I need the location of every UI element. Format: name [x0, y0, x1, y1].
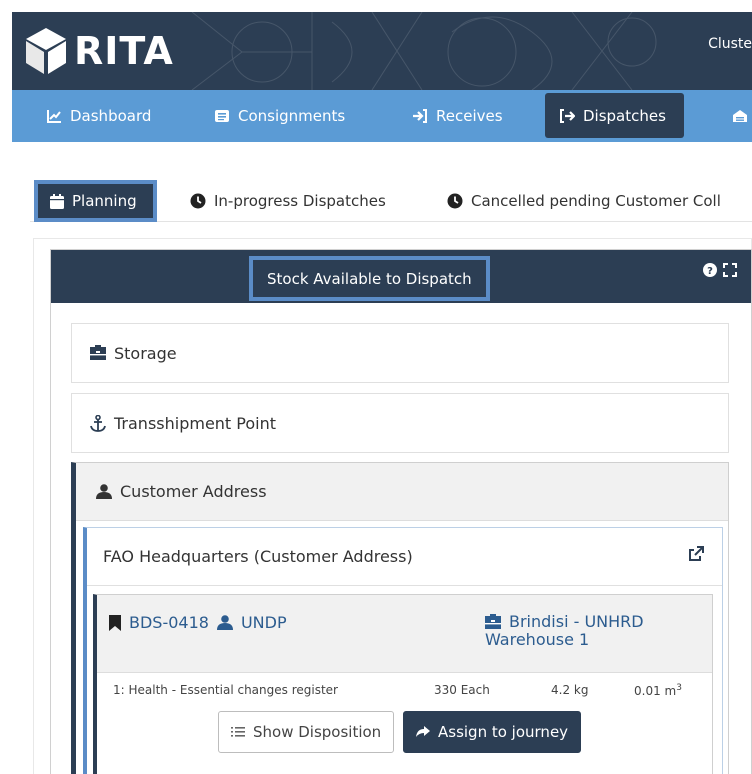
bookmark-icon — [109, 614, 121, 631]
assign-label: Assign to journey — [438, 723, 569, 741]
dispatch-subtabs: Planning In-progress Dispatches Cancelle… — [30, 180, 752, 222]
nav-consignments[interactable]: Consignments — [214, 90, 345, 142]
main-nav: Dashboard Consignments Receives Dispatch… — [12, 90, 752, 142]
top-header: RITA Cluste — [12, 12, 752, 90]
location-transshipment[interactable]: Transshipment Point — [71, 393, 729, 453]
nav-label: Receives — [436, 107, 503, 125]
list-icon — [215, 110, 229, 122]
tab-cancelled[interactable]: Cancelled pending Customer Coll — [447, 180, 721, 222]
location-storage[interactable]: Storage — [71, 323, 729, 383]
nav-receives[interactable]: Receives — [412, 90, 503, 142]
customer-header[interactable]: Customer Address — [76, 463, 728, 521]
transshipment-label: Transshipment Point — [114, 413, 277, 433]
sign-out-icon — [560, 108, 575, 123]
bds-warehouse[interactable]: Brindisi - UNHRD Warehouse 1 — [485, 613, 685, 649]
tab-in-progress[interactable]: In-progress Dispatches — [190, 180, 386, 222]
panel-tools: ? — [703, 263, 737, 277]
nav-dispatches[interactable]: Dispatches — [545, 93, 684, 138]
question-circle-icon[interactable]: ? — [703, 263, 717, 277]
nav-label: Dispatches — [583, 106, 666, 125]
customer-label: Customer Address — [120, 482, 267, 501]
bds-header: BDS-0418 UNDP Brindisi - UNHRD Warehouse… — [97, 595, 712, 673]
nav-warehouse[interactable] — [732, 90, 748, 142]
list-icon — [231, 727, 245, 737]
storage-icon — [485, 614, 501, 629]
item-weight: 4.2 kg — [551, 683, 589, 697]
show-disposition-button[interactable]: Show Disposition — [218, 711, 395, 753]
cube-logo-icon — [26, 28, 66, 74]
calendar-icon — [50, 193, 64, 209]
fao-title: FAO Headquarters (Customer Address) — [103, 547, 413, 566]
sign-in-icon — [413, 109, 427, 123]
fao-card: FAO Headquarters (Customer Address) BDS-… — [83, 527, 723, 774]
nav-dashboard[interactable]: Dashboard — [46, 90, 151, 142]
item-volume: 0.01 m3 — [634, 683, 682, 698]
assign-to-journey-button[interactable]: Assign to journey — [403, 711, 582, 753]
nav-label: Dashboard — [70, 107, 152, 125]
anchor-icon — [90, 414, 106, 432]
bds-reference[interactable]: BDS-0418 UNDP — [109, 613, 287, 632]
bds-org: UNDP — [240, 613, 287, 632]
storage-label: Storage — [114, 343, 177, 363]
external-link-icon[interactable] — [688, 546, 704, 562]
tab-label: In-progress Dispatches — [214, 192, 386, 210]
show-disposition-label: Show Disposition — [253, 723, 382, 741]
rita-logo[interactable]: RITA — [24, 20, 174, 82]
tab-label: Cancelled pending Customer Coll — [471, 192, 721, 210]
svg-text:?: ? — [707, 266, 713, 277]
user-icon — [96, 484, 112, 499]
clock-icon — [190, 193, 206, 209]
bds-ref-text: BDS-0418 — [129, 613, 209, 632]
cluster-selector[interactable]: Cluste — [708, 36, 752, 52]
warehouse-line1: Brindisi - UNHRD — [509, 612, 644, 631]
volume-exponent: 3 — [676, 683, 682, 693]
expand-icon[interactable] — [723, 263, 737, 277]
fao-header[interactable]: FAO Headquarters (Customer Address) — [87, 528, 722, 586]
item-description: 1: Health - Essential changes register — [113, 683, 338, 697]
warehouse-line2: Warehouse 1 — [485, 630, 590, 649]
tab-label: Planning — [72, 192, 137, 210]
stock-panel: Stock Available to Dispatch ? Storage Tr… — [50, 249, 752, 774]
logo-text: RITA — [74, 29, 174, 73]
location-customer: Customer Address FAO Headquarters (Custo… — [71, 462, 729, 774]
nav-label: Consignments — [238, 107, 346, 125]
warehouse-icon — [733, 110, 747, 122]
volume-value: 0.01 m — [634, 684, 677, 698]
user-icon — [216, 615, 233, 630]
share-icon — [416, 726, 430, 737]
item-quantity: 330 Each — [434, 683, 490, 697]
line-chart-icon — [47, 110, 61, 123]
storage-icon — [90, 345, 106, 360]
tab-planning[interactable]: Planning — [34, 180, 157, 222]
clock-icon — [447, 193, 463, 209]
panel-header: Stock Available to Dispatch ? — [51, 250, 751, 303]
panel-title: Stock Available to Dispatch — [249, 256, 490, 301]
bds-card: BDS-0418 UNDP Brindisi - UNHRD Warehouse… — [93, 594, 713, 774]
